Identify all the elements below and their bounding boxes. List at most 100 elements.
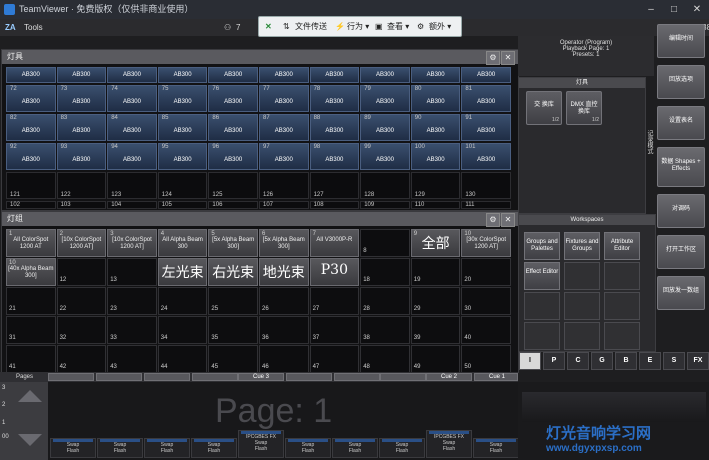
actions-menu[interactable]: 行为 ▾: [347, 17, 369, 36]
group-cell[interactable]: 36: [259, 316, 309, 344]
workspace-tile[interactable]: Attribute Editor: [604, 232, 640, 260]
fixture-cell[interactable]: 76 AB300: [208, 85, 258, 112]
fixture-cell[interactable]: 111: [461, 201, 511, 209]
group-cell[interactable]: 38: [360, 316, 410, 344]
page-button[interactable]: [192, 373, 238, 381]
group-cell[interactable]: 29: [410, 287, 461, 315]
group-cell[interactable]: 41: [6, 345, 56, 373]
fixture-cell[interactable]: 74 AB300: [107, 85, 157, 112]
side-action-button[interactable]: 回放发一数组: [657, 276, 705, 310]
playback-fader[interactable]: Swap Flash: [144, 438, 190, 458]
group-cell[interactable]: 12: [56, 258, 107, 286]
fixture-cell[interactable]: 106: [208, 201, 258, 209]
group-cell[interactable]: 18: [360, 258, 410, 286]
fixture-cell[interactable]: 94 AB300: [107, 143, 157, 170]
fixture-cell[interactable]: 95 AB300: [157, 143, 208, 170]
tab-fx[interactable]: FX: [687, 352, 709, 370]
tab-c[interactable]: C: [567, 352, 589, 370]
fixture-cell[interactable]: 93 AB300: [56, 143, 107, 170]
page-button[interactable]: [334, 373, 380, 381]
flash-button[interactable]: Flash: [333, 448, 377, 454]
workspace-tile[interactable]: [524, 322, 560, 350]
group-cell[interactable]: 25: [208, 287, 258, 315]
group-cell[interactable]: 33: [107, 316, 157, 344]
fixture-cell[interactable]: AB300: [309, 67, 360, 83]
close-icon[interactable]: ✕: [501, 51, 515, 65]
side-action-button[interactable]: 数据 Shapes + Effects: [657, 147, 705, 187]
tab-b[interactable]: B: [615, 352, 637, 370]
group-cell[interactable]: 26: [259, 287, 309, 315]
page-button[interactable]: [380, 373, 426, 381]
fixture-cell[interactable]: 85 AB300: [157, 114, 208, 141]
fixture-cell[interactable]: 101 AB300: [461, 143, 511, 170]
playback-fader[interactable]: Swap Flash: [332, 438, 378, 458]
group-cell[interactable]: 右光束: [208, 258, 258, 286]
group-cell[interactable]: 46: [259, 345, 309, 373]
playback-fader[interactable]: Swap Flash: [473, 438, 519, 458]
fixture-cell[interactable]: 103: [56, 201, 107, 209]
fixture-cell[interactable]: 108: [309, 201, 360, 209]
cue-button[interactable]: Cue 1: [474, 373, 518, 381]
playback-fader[interactable]: Swap Flash: [285, 438, 331, 458]
workspace-tile[interactable]: [604, 292, 640, 320]
fixture-cell[interactable]: 104: [107, 201, 157, 209]
fixture-cell[interactable]: AB300: [6, 67, 56, 83]
group-cell[interactable]: 22: [56, 287, 107, 315]
fixture-cell[interactable]: AB300: [410, 67, 461, 83]
fixture-cell[interactable]: 128: [360, 172, 410, 199]
fixture-cell[interactable]: 83 AB300: [56, 114, 107, 141]
workspace-tile[interactable]: [564, 262, 600, 290]
group-cell[interactable]: 8: [360, 229, 410, 257]
fixture-cell[interactable]: 127: [309, 172, 360, 199]
workspace-tile[interactable]: [524, 292, 560, 320]
group-cell[interactable]: 24: [157, 287, 208, 315]
workspace-tile[interactable]: [604, 322, 640, 350]
tab-i[interactable]: I: [519, 352, 541, 370]
playback-fader[interactable]: Swap Flash: [379, 438, 425, 458]
group-cell[interactable]: 40: [461, 316, 511, 344]
group-cell[interactable]: 37: [309, 316, 360, 344]
fixture-cell[interactable]: 75 AB300: [157, 85, 208, 112]
flash-button[interactable]: Flash: [239, 446, 283, 452]
fixture-cell[interactable]: 123: [107, 172, 157, 199]
group-cell[interactable]: 9 全部: [410, 229, 461, 257]
fixture-cell[interactable]: 89 AB300: [360, 114, 410, 141]
fixture-cell[interactable]: 105: [157, 201, 208, 209]
fixture-cell[interactable]: 122: [56, 172, 107, 199]
group-cell[interactable]: 35: [208, 316, 258, 344]
fixture-cell[interactable]: 102: [6, 201, 56, 209]
group-cell[interactable]: 5 [5x Alpha Beam 300]: [208, 229, 258, 257]
group-cell[interactable]: 2 [10x ColorSpot 1200 AT]: [56, 229, 107, 257]
fixture-cell[interactable]: 126: [259, 172, 309, 199]
flash-button[interactable]: Flash: [286, 448, 330, 454]
workspace-tile[interactable]: [564, 292, 600, 320]
workspace-tile[interactable]: Groups and Palettes: [524, 232, 560, 260]
workspace-tile[interactable]: Effect Editor: [524, 262, 560, 290]
fixture-cell[interactable]: 99 AB300: [360, 143, 410, 170]
fixture-panel-tile[interactable]: DMX 直控 换库 1/2: [566, 91, 602, 125]
side-action-button[interactable]: 设置表名: [657, 106, 705, 140]
group-cell[interactable]: 34: [157, 316, 208, 344]
page-button[interactable]: [144, 373, 190, 381]
fixture-cell[interactable]: 81 AB300: [461, 85, 511, 112]
cue-button[interactable]: Cue 3: [238, 373, 284, 381]
playback-fader[interactable]: Swap Flash: [97, 438, 143, 458]
cue-button[interactable]: Cue 2: [426, 373, 472, 381]
tab-e[interactable]: E: [639, 352, 661, 370]
fixture-cell[interactable]: AB300: [107, 67, 157, 83]
group-cell[interactable]: 42: [56, 345, 107, 373]
group-cell[interactable]: 23: [107, 287, 157, 315]
fixture-cell[interactable]: 87 AB300: [259, 114, 309, 141]
flash-button[interactable]: Flash: [51, 448, 95, 454]
page-down-icon[interactable]: [18, 434, 42, 446]
settings-icon[interactable]: ⚙: [486, 213, 500, 227]
group-cell[interactable]: 43: [107, 345, 157, 373]
flash-button[interactable]: Flash: [192, 448, 236, 454]
maximize-icon[interactable]: □: [663, 0, 685, 19]
group-cell[interactable]: 7 All V3000P-R: [309, 229, 360, 257]
side-action-button[interactable]: 对调码: [657, 194, 705, 228]
group-cell[interactable]: 19: [410, 258, 461, 286]
fixture-cell[interactable]: 86 AB300: [208, 114, 258, 141]
playback-fader[interactable]: IPCGBES FX Swap Flash: [426, 430, 472, 458]
page-button[interactable]: [286, 373, 332, 381]
